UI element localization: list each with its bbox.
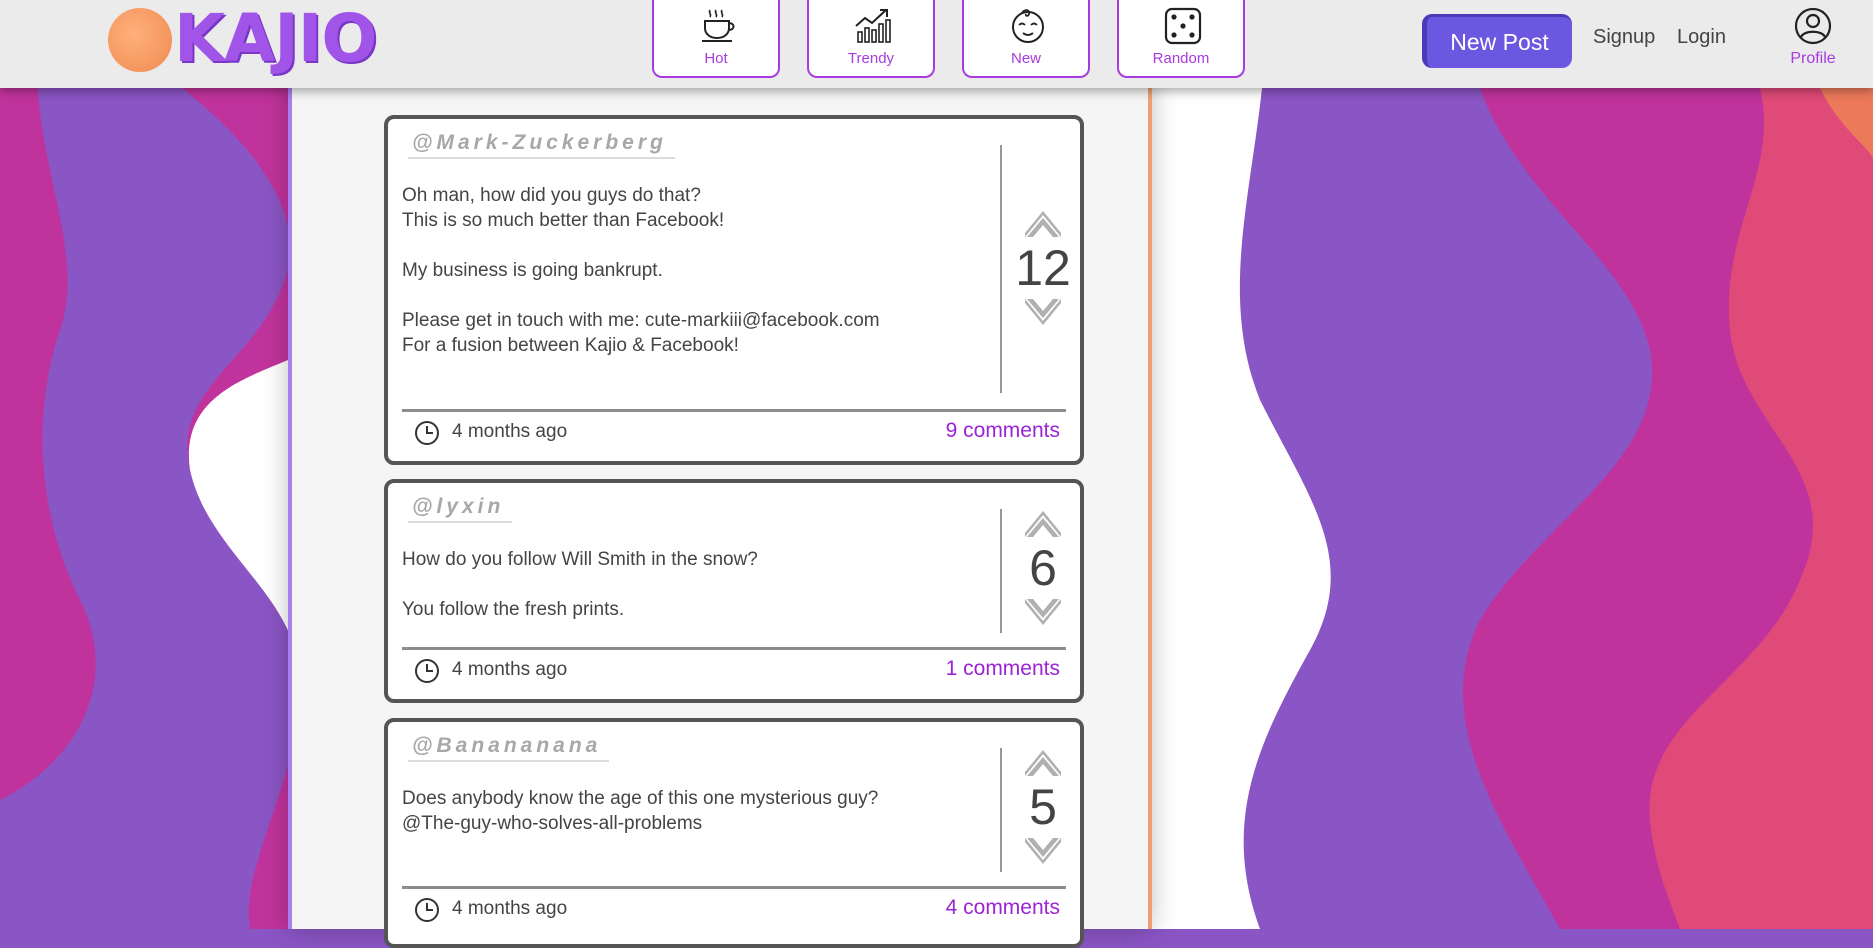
vote-widget: 12 — [1012, 209, 1074, 327]
vote-score: 5 — [1029, 779, 1057, 835]
post-time: 4 months ago — [452, 659, 568, 680]
post-footer: 4 months ago 9 comments — [402, 417, 1066, 447]
logo-text: KAJIO — [174, 0, 377, 77]
post-footer: 4 months ago 4 comments — [402, 894, 1066, 924]
profile-label: Profile — [1790, 50, 1836, 67]
post-author[interactable]: @Mark-Zuckerberg — [408, 131, 675, 159]
downvote-icon[interactable] — [1023, 597, 1063, 627]
login-link[interactable]: Login — [1677, 26, 1726, 49]
post-body: Does anybody know the age of this one my… — [402, 786, 972, 836]
comments-link[interactable]: 9 comments — [946, 419, 1060, 443]
vote-separator — [1000, 509, 1002, 633]
downvote-icon[interactable] — [1023, 836, 1063, 866]
vote-score: 12 — [1015, 240, 1071, 296]
post-divider — [402, 409, 1066, 412]
trending-chart-icon — [855, 9, 891, 43]
post-author[interactable]: @lyxin — [408, 495, 513, 523]
dice-icon — [1164, 7, 1202, 45]
kajio-logo[interactable]: KAJIO — [106, 0, 396, 77]
tab-new-label: New — [1010, 50, 1041, 67]
post-paragraph: How do you follow Will Smith in the snow… — [402, 549, 758, 570]
new-post-button[interactable]: New Post — [1422, 14, 1572, 68]
post-paragraph: You follow the fresh prints. — [402, 599, 625, 620]
comments-link[interactable]: 1 comments — [946, 657, 1060, 681]
clock-icon — [415, 421, 439, 445]
tab-trendy-label: Trendy — [847, 50, 895, 67]
post-paragraph: Oh man, how did you guys do that? This i… — [402, 185, 725, 231]
vote-widget: 6 — [1012, 509, 1074, 627]
baby-face-icon — [1012, 9, 1044, 43]
top-header: KAJIO Hot Trendy New Random New Post Sig… — [0, 0, 1873, 88]
tab-random-label: Random — [1152, 50, 1210, 67]
tab-hot[interactable]: Hot — [652, 0, 780, 78]
post-divider — [402, 647, 1066, 650]
post-paragraph: My business is going bankrupt. — [402, 260, 663, 281]
signup-link[interactable]: Signup — [1593, 26, 1655, 49]
vote-score: 6 — [1029, 540, 1057, 596]
upvote-icon[interactable] — [1023, 509, 1063, 539]
downvote-icon[interactable] — [1023, 297, 1063, 327]
post-card: @lyxin How do you follow Will Smith in t… — [384, 479, 1084, 703]
post-paragraph: Please get in touch with me: cute-markii… — [402, 310, 880, 356]
coffee-cup-icon — [702, 9, 735, 42]
upvote-icon[interactable] — [1023, 209, 1063, 239]
clock-icon — [415, 659, 439, 683]
clock-icon — [415, 898, 439, 922]
post-body: Oh man, how did you guys do that? This i… — [402, 183, 972, 358]
post-divider — [402, 886, 1066, 889]
tab-new[interactable]: New — [962, 0, 1090, 78]
logo-sun-icon — [108, 8, 172, 72]
post-time: 4 months ago — [452, 898, 568, 919]
post-paragraph: Does anybody know the age of this one my… — [402, 788, 879, 834]
user-circle-icon — [1794, 7, 1832, 45]
post-footer: 4 months ago 1 comments — [402, 655, 1066, 685]
vote-widget: 5 — [1012, 748, 1074, 866]
comments-link[interactable]: 4 comments — [946, 896, 1060, 920]
post-time: 4 months ago — [452, 421, 568, 442]
post-card: @Banananana Does anybody know the age of… — [384, 718, 1084, 948]
post-card: @Mark-Zuckerberg Oh man, how did you guy… — [384, 115, 1084, 465]
tab-random[interactable]: Random — [1117, 0, 1245, 78]
post-author[interactable]: @Banananana — [408, 734, 610, 762]
upvote-icon[interactable] — [1023, 748, 1063, 778]
vote-separator — [1000, 145, 1002, 393]
profile-button[interactable]: Profile — [1784, 6, 1842, 72]
post-body: How do you follow Will Smith in the snow… — [402, 547, 972, 622]
tab-hot-label: Hot — [704, 50, 728, 67]
tab-trendy[interactable]: Trendy — [807, 0, 935, 78]
vote-separator — [1000, 748, 1002, 872]
